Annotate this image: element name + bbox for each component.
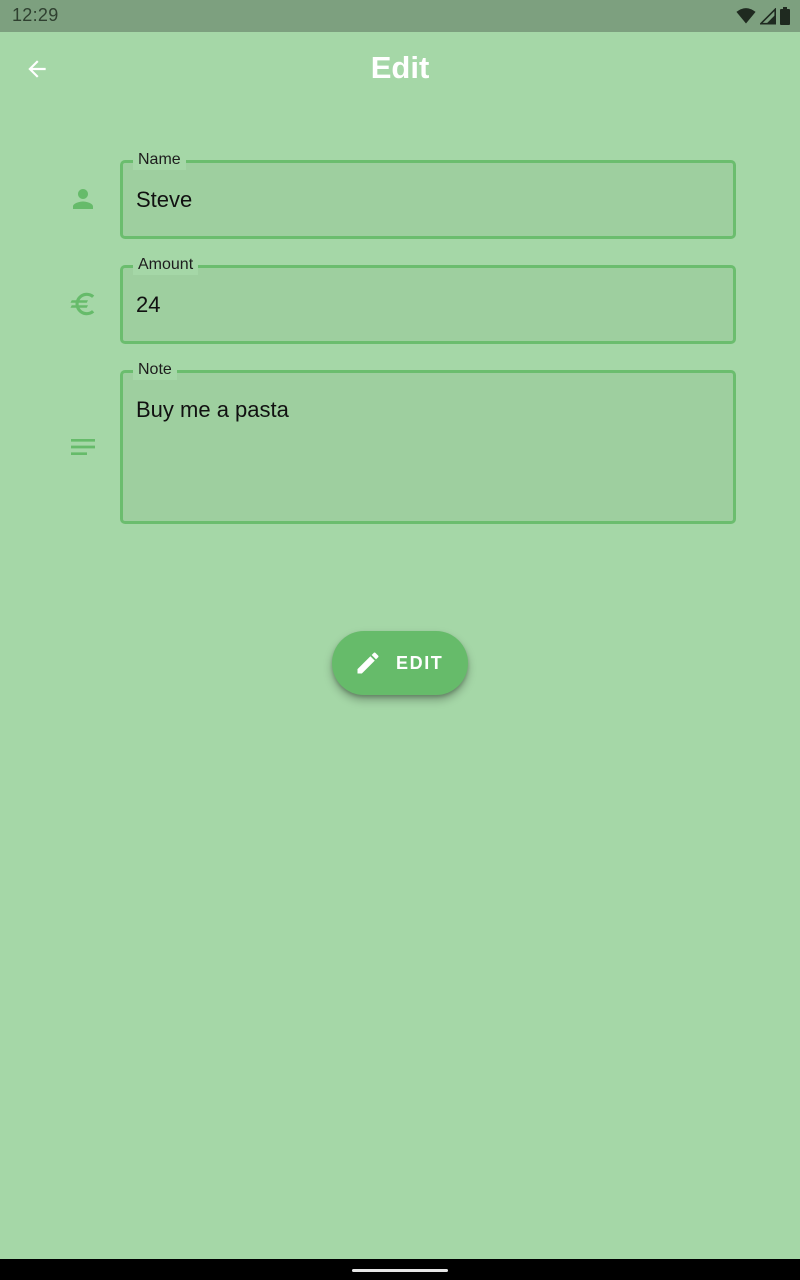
navigation-bar: [0, 1259, 800, 1280]
name-field[interactable]: Name Steve: [120, 150, 736, 239]
amount-field[interactable]: Amount 24: [120, 255, 736, 344]
edit-button-label: EDIT: [396, 653, 444, 673]
wifi-icon: [736, 8, 756, 24]
amount-field-value[interactable]: 24: [136, 291, 160, 319]
note-field-label: Note: [133, 360, 177, 380]
signal-icon: [760, 7, 776, 24]
home-indicator[interactable]: [352, 1269, 448, 1272]
status-icons: [736, 6, 790, 26]
notes-icon: [64, 428, 102, 466]
page-title: Edit: [370, 50, 430, 85]
pencil-icon: [357, 652, 379, 674]
name-field-value[interactable]: Steve: [136, 186, 192, 214]
euro-icon: [64, 285, 102, 323]
battery-icon: [780, 7, 790, 25]
status-time: 12:29: [12, 5, 59, 25]
status-bar: 12:29: [0, 0, 800, 32]
app-bar: Edit: [0, 32, 800, 106]
person-icon: [64, 180, 102, 218]
note-field[interactable]: Note Buy me a pasta: [120, 360, 736, 524]
note-field-value[interactable]: Buy me a pasta: [136, 396, 289, 424]
name-field-label: Name: [133, 150, 186, 170]
amount-field-label: Amount: [133, 255, 199, 275]
edit-button[interactable]: EDIT: [332, 631, 468, 695]
